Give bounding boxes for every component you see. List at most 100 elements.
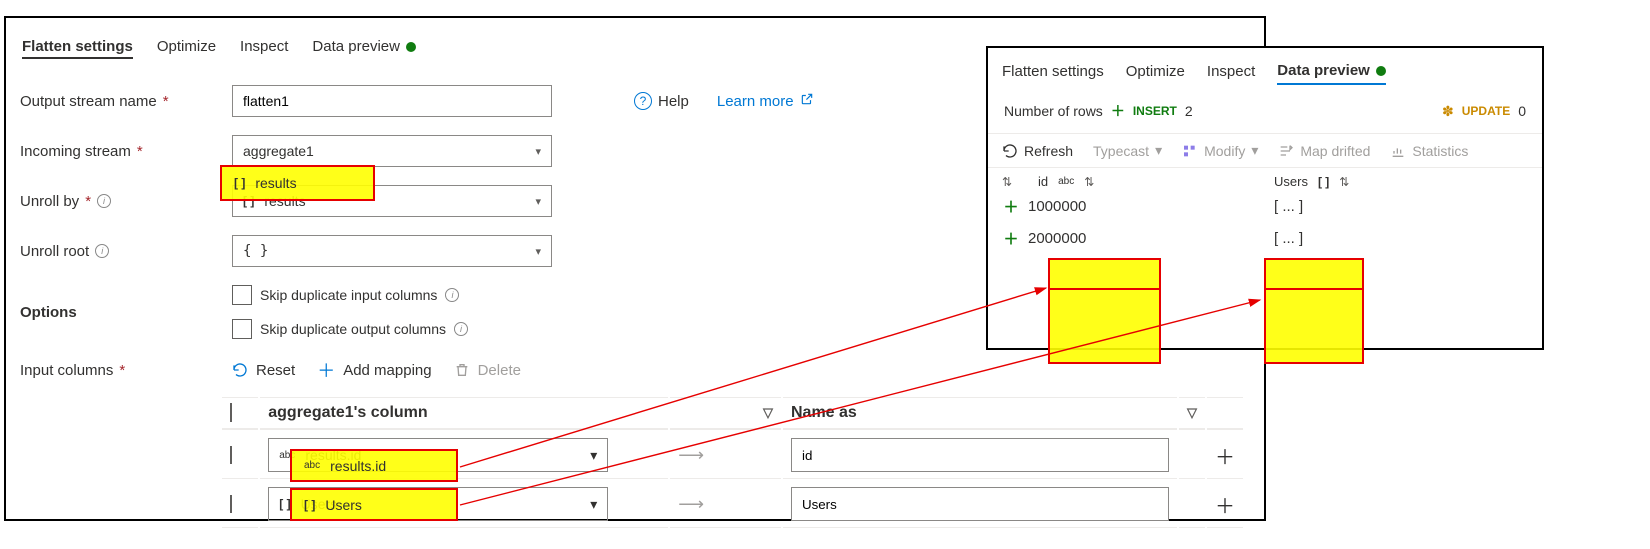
data-preview-panel: Flatten settings Optimize Inspect Data p…	[986, 46, 1544, 350]
chevron-down-icon: ▾	[535, 195, 541, 208]
source-column-select[interactable]: abc results.id ▾	[268, 438, 608, 472]
array-icon: [ ]	[1318, 175, 1329, 189]
statistics-button[interactable]: Statistics	[1390, 143, 1468, 159]
preview-toolbar: Refresh Typecast ▾ Modify ▾ Map drifted …	[988, 133, 1542, 168]
add-mapping-button[interactable]: ＋ Add mapping	[317, 357, 431, 383]
rows-label: Number of rows	[1004, 103, 1103, 119]
chevron-down-icon: ▾	[535, 145, 541, 158]
map-drifted-label: Map drifted	[1300, 143, 1370, 159]
tab-inspect[interactable]: Inspect	[240, 38, 288, 59]
tab-optimize[interactable]: Optimize	[157, 38, 216, 59]
reset-button[interactable]: Reset	[232, 362, 295, 379]
source-value: results.id	[305, 447, 361, 463]
unroll-by-select[interactable]: [ ] results ▾	[232, 185, 552, 217]
refresh-button[interactable]: Refresh	[1002, 143, 1073, 159]
incoming-stream-value: aggregate1	[243, 143, 314, 159]
tab-flatten-settings[interactable]: Flatten settings	[22, 38, 133, 59]
array-icon: [ ]	[279, 497, 290, 511]
modify-button[interactable]: Modify ▾	[1182, 142, 1258, 159]
unroll-root-value: { }	[243, 243, 268, 259]
string-type-icon: abc	[1058, 176, 1074, 187]
learn-more-label: Learn more	[717, 93, 794, 110]
preview-tab-flatten[interactable]: Flatten settings	[1002, 62, 1104, 85]
input-columns-label: Input columns*	[20, 362, 220, 379]
chevron-down-icon: ▾	[590, 496, 597, 513]
table-row: abc results.id ▾ ⟶ ＋	[222, 432, 1243, 479]
skip-dup-input-label: Skip duplicate input columns	[260, 287, 437, 303]
filter-icon[interactable]: ▽	[1179, 397, 1205, 430]
unroll-by-label: Unroll by* i	[20, 193, 220, 210]
preview-tab-data-preview[interactable]: Data preview	[1277, 62, 1386, 85]
preview-tab-inspect[interactable]: Inspect	[1207, 62, 1255, 85]
learn-more-link[interactable]: Learn more	[717, 92, 814, 110]
refresh-icon	[1002, 143, 1018, 159]
select-all-checkbox[interactable]	[230, 403, 232, 422]
insert-marker-icon: ＋	[1002, 228, 1020, 249]
name-as-input[interactable]	[791, 438, 1169, 472]
add-mapping-label: Add mapping	[343, 362, 431, 379]
cell-users: [ ... ]	[1274, 230, 1303, 247]
info-icon: i	[97, 194, 111, 208]
tab-data-preview[interactable]: Data preview	[312, 38, 416, 59]
unroll-root-select[interactable]: { } ▾	[232, 235, 552, 267]
incoming-stream-label: Incoming stream*	[20, 143, 220, 160]
data-row: ＋ 2000000 [ ... ]	[1002, 221, 1528, 253]
skip-dup-output-checkbox[interactable]	[232, 319, 252, 339]
highlight-col-users-header	[1264, 258, 1364, 290]
source-value: Users	[301, 496, 338, 512]
preview-tab-optimize[interactable]: Optimize	[1126, 62, 1185, 85]
row-checkbox[interactable]	[230, 446, 232, 464]
name-as-input[interactable]	[791, 487, 1169, 521]
chevron-down-icon: ▾	[1155, 142, 1162, 159]
add-row-button[interactable]: ＋	[1207, 481, 1243, 528]
map-drifted-button[interactable]: Map drifted	[1278, 143, 1370, 159]
string-type-icon: abc	[279, 450, 295, 461]
typecast-button[interactable]: Typecast ▾	[1093, 142, 1162, 159]
mapping-table: aggregate1's column ▽ Name as ▽ abc resu…	[220, 395, 1245, 530]
reset-label: Reset	[256, 362, 295, 379]
column-header-id[interactable]: id	[1038, 174, 1048, 189]
sort-icon[interactable]: ⇅	[1339, 175, 1349, 189]
sort-icon[interactable]: ⇅	[1002, 175, 1030, 189]
data-row: ＋ 1000000 [ ... ]	[1002, 189, 1528, 221]
column-header-users[interactable]: Users	[1274, 174, 1308, 189]
filter-icon[interactable]: ▽	[670, 397, 781, 430]
output-stream-input[interactable]	[232, 85, 552, 117]
skip-dup-output-label: Skip duplicate output columns	[260, 321, 446, 337]
table-row: [ ] Users ▾ ⟶ ＋	[222, 481, 1243, 528]
help-icon: ?	[634, 92, 652, 110]
chevron-down-icon: ▾	[590, 447, 597, 464]
source-column-select[interactable]: [ ] Users ▾	[268, 487, 608, 521]
modify-icon	[1182, 143, 1198, 159]
insert-marker-icon: ＋	[1002, 196, 1020, 217]
column-header-name[interactable]: Name as	[783, 397, 1177, 430]
skip-dup-input-checkbox[interactable]	[232, 285, 252, 305]
update-icon: ✽	[1442, 103, 1454, 120]
plus-icon: ＋	[317, 357, 335, 383]
map-icon	[1278, 143, 1294, 159]
status-row: Number of rows ＋ INSERT 2 ✽ UPDATE 0	[988, 93, 1542, 133]
delete-label: Delete	[478, 362, 521, 379]
column-header-source[interactable]: aggregate1's column	[260, 397, 668, 430]
maps-to-arrow-icon: ⟶	[670, 432, 781, 479]
help-link[interactable]: ? Help	[634, 92, 689, 110]
plus-icon: ＋	[1111, 101, 1125, 121]
status-dot-icon	[406, 42, 416, 52]
cell-users: [ ... ]	[1274, 198, 1303, 215]
incoming-stream-select[interactable]: aggregate1 ▾	[232, 135, 552, 167]
info-icon: i	[454, 322, 468, 336]
help-label: Help	[658, 93, 689, 110]
row-checkbox[interactable]	[230, 495, 232, 513]
cell-id: 2000000	[1028, 230, 1218, 247]
highlight-col-users-body	[1264, 290, 1364, 364]
highlight-col-id-header	[1048, 258, 1161, 290]
statistics-label: Statistics	[1412, 143, 1468, 159]
unroll-by-value: results	[264, 193, 305, 209]
refresh-icon	[232, 362, 248, 378]
insert-count: 2	[1185, 103, 1193, 119]
sort-icon[interactable]: ⇅	[1084, 175, 1094, 189]
tab-data-preview-label: Data preview	[312, 38, 400, 55]
chevron-down-icon: ▾	[535, 245, 541, 258]
add-row-button[interactable]: ＋	[1207, 432, 1243, 479]
chevron-down-icon: ▾	[1251, 142, 1258, 159]
